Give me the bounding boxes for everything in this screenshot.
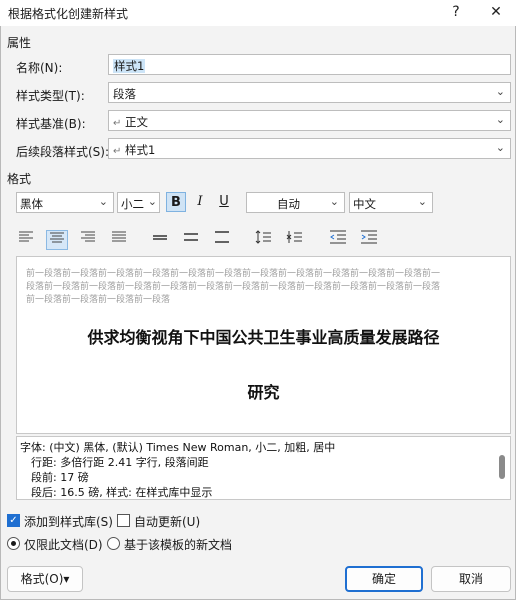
name-label: 名称(N): (16, 61, 63, 75)
align-left-icon[interactable] (15, 230, 37, 250)
style-type-label: 样式类型(T): (16, 89, 85, 103)
chevron-down-icon: ⌄ (147, 195, 157, 208)
dialog-title: 根据格式化创建新样式 (8, 7, 129, 21)
chevron-down-icon: ⌄ (98, 195, 108, 208)
cancel-button[interactable]: 取消 (431, 566, 511, 592)
format-menu-button[interactable]: 格式(O)▾ (7, 566, 83, 592)
underline-button[interactable]: U (214, 192, 234, 212)
new-documents-label[interactable]: 基于该模板的新文档 (124, 536, 232, 553)
double-spacing-icon[interactable] (211, 230, 233, 250)
font-color-value: 自动 (277, 197, 300, 211)
chevron-down-icon: ⌄ (495, 85, 505, 98)
increase-spacing-icon[interactable] (252, 230, 274, 250)
align-right-icon[interactable] (77, 230, 99, 250)
new-documents-radio[interactable] (107, 537, 120, 550)
format-section-label: 格式 (7, 172, 32, 186)
this-document-only-label[interactable]: 仅限此文档(D) (24, 536, 103, 553)
chevron-down-icon: ⌄ (495, 141, 505, 154)
language-value: 中文 (353, 197, 376, 211)
auto-update-label[interactable]: 自动更新(U) (134, 513, 200, 530)
chevron-down-icon: ⌄ (495, 113, 505, 126)
single-spacing-icon[interactable] (149, 230, 171, 250)
based-on-label: 样式基准(B): (16, 117, 86, 131)
bold-button[interactable]: B (166, 192, 186, 212)
add-to-gallery-label[interactable]: 添加到样式库(S) (24, 513, 113, 530)
font-value: 黑体 (20, 197, 43, 211)
based-on-dropdown[interactable]: ↵ 正文 ⌄ (108, 110, 511, 131)
paragraph-mark-icon: ↵ (113, 146, 122, 157)
next-style-value: 样式1 (125, 143, 156, 157)
chevron-down-icon: ⌄ (417, 195, 427, 208)
style-name-value: 样式1 (113, 59, 146, 73)
help-button[interactable]: ? (445, 2, 467, 22)
description-line: 段后: 16.5 磅, 样式: 在样式库中显示 (31, 486, 213, 499)
italic-button[interactable]: I (190, 192, 210, 212)
description-line: 字体: (中文) 黑体, (默认) Times New Roman, 小二, 加… (20, 441, 336, 454)
preview-title-line2: 研究 (247, 383, 280, 402)
description-line: 行距: 多倍行距 2.41 字行, 段落间距 (31, 456, 209, 469)
style-name-input[interactable]: 样式1 (108, 54, 511, 75)
font-size-dropdown[interactable]: 小二 ⌄ (117, 192, 160, 213)
next-style-dropdown[interactable]: ↵ 样式1 ⌄ (108, 138, 511, 159)
close-button[interactable]: ✕ (485, 2, 507, 22)
add-to-gallery-checkbox[interactable]: ✓ (7, 514, 20, 527)
style-type-value: 段落 (113, 87, 136, 101)
paragraph-mark-icon: ↵ (113, 118, 122, 129)
style-type-dropdown[interactable]: 段落 ⌄ (108, 82, 511, 103)
preview-title-line1: 供求均衡视角下中国公共卫生事业高质量发展路径 (87, 328, 440, 347)
preview-previous-paragraph: 前一段落前一段落前一段落前一段落 (26, 295, 171, 305)
description-scrollbar[interactable] (499, 455, 505, 479)
this-document-only-radio[interactable] (7, 537, 20, 550)
language-dropdown[interactable]: 中文 ⌄ (349, 192, 433, 213)
font-color-dropdown[interactable]: 自动 ⌄ (246, 192, 345, 213)
preview-previous-paragraph: 段落前一段落前一段落前一段落前一段落前一段落前一段落前一段落前一段落前一段落前一… (26, 282, 441, 292)
properties-section-label: 属性 (7, 36, 32, 50)
description-line: 段前: 17 磅 (31, 471, 89, 484)
increase-indent-icon[interactable] (358, 230, 380, 250)
font-size-value: 小二 (121, 197, 144, 211)
chevron-down-icon: ⌄ (329, 195, 339, 208)
next-style-label: 后续段落样式(S): (16, 145, 110, 159)
decrease-indent-icon[interactable] (327, 230, 349, 250)
align-center-icon[interactable] (46, 230, 68, 250)
ok-button[interactable]: 确定 (345, 566, 423, 592)
preview-previous-paragraph: 前一段落前一段落前一段落前一段落前一段落前一段落前一段落前一段落前一段落前一段落… (26, 269, 441, 279)
justify-icon[interactable] (108, 230, 130, 250)
style-description: 字体: (中文) 黑体, (默认) Times New Roman, 小二, 加… (16, 436, 511, 500)
based-on-value: 正文 (125, 115, 149, 129)
font-dropdown[interactable]: 黑体 ⌄ (16, 192, 114, 213)
one-half-spacing-icon[interactable] (180, 230, 202, 250)
decrease-spacing-icon[interactable] (283, 230, 305, 250)
auto-update-checkbox[interactable] (117, 514, 130, 527)
